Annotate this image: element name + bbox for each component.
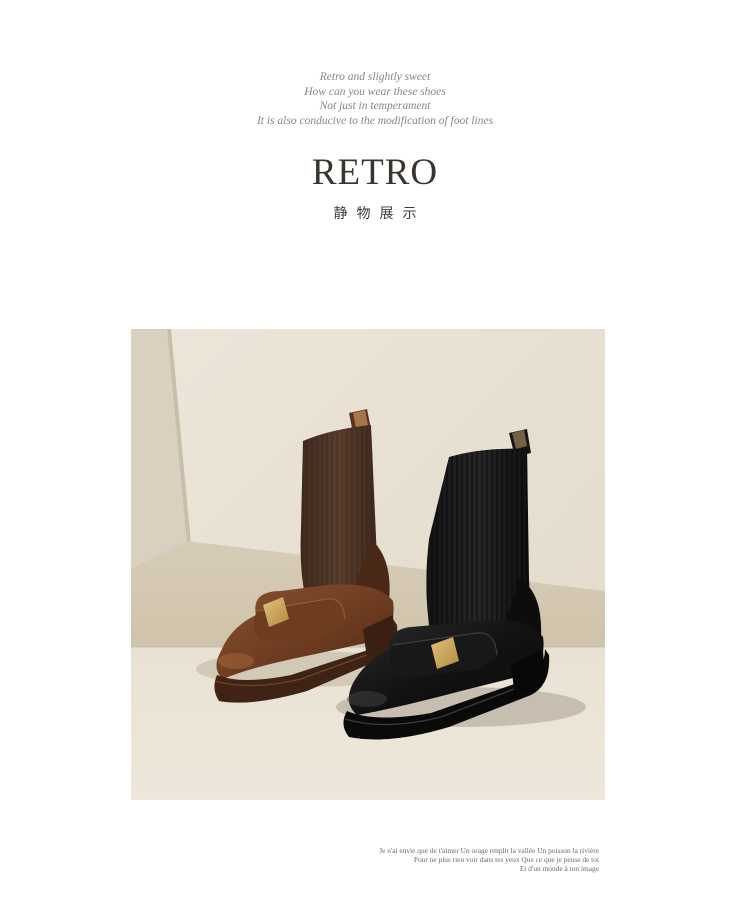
section-subtitle: 静物展示 [333, 206, 426, 222]
intro-line-3: Not just in temperament [319, 100, 431, 113]
poem-line-3: Et d'un monde à ton image [519, 864, 599, 873]
poem-line-2: Pour ne plus rien voir dans tes yeux Que… [413, 855, 599, 864]
product-photo [131, 329, 605, 800]
poem-text-block: Je n'ai envie que de t'aimer Un orage em… [379, 846, 599, 873]
poem-line-1: Je n'ai envie que de t'aimer Un orage em… [379, 846, 599, 855]
intro-line-2: How can you wear these shoes [304, 85, 446, 98]
intro-text-block: Retro and slightly sweet How can you wea… [0, 70, 750, 128]
section-title: RETRO [311, 152, 439, 193]
intro-line-4: It is also conducive to the modification… [256, 114, 494, 127]
intro-line-1: Retro and slightly sweet [319, 71, 431, 83]
boots-illustration [131, 329, 605, 800]
